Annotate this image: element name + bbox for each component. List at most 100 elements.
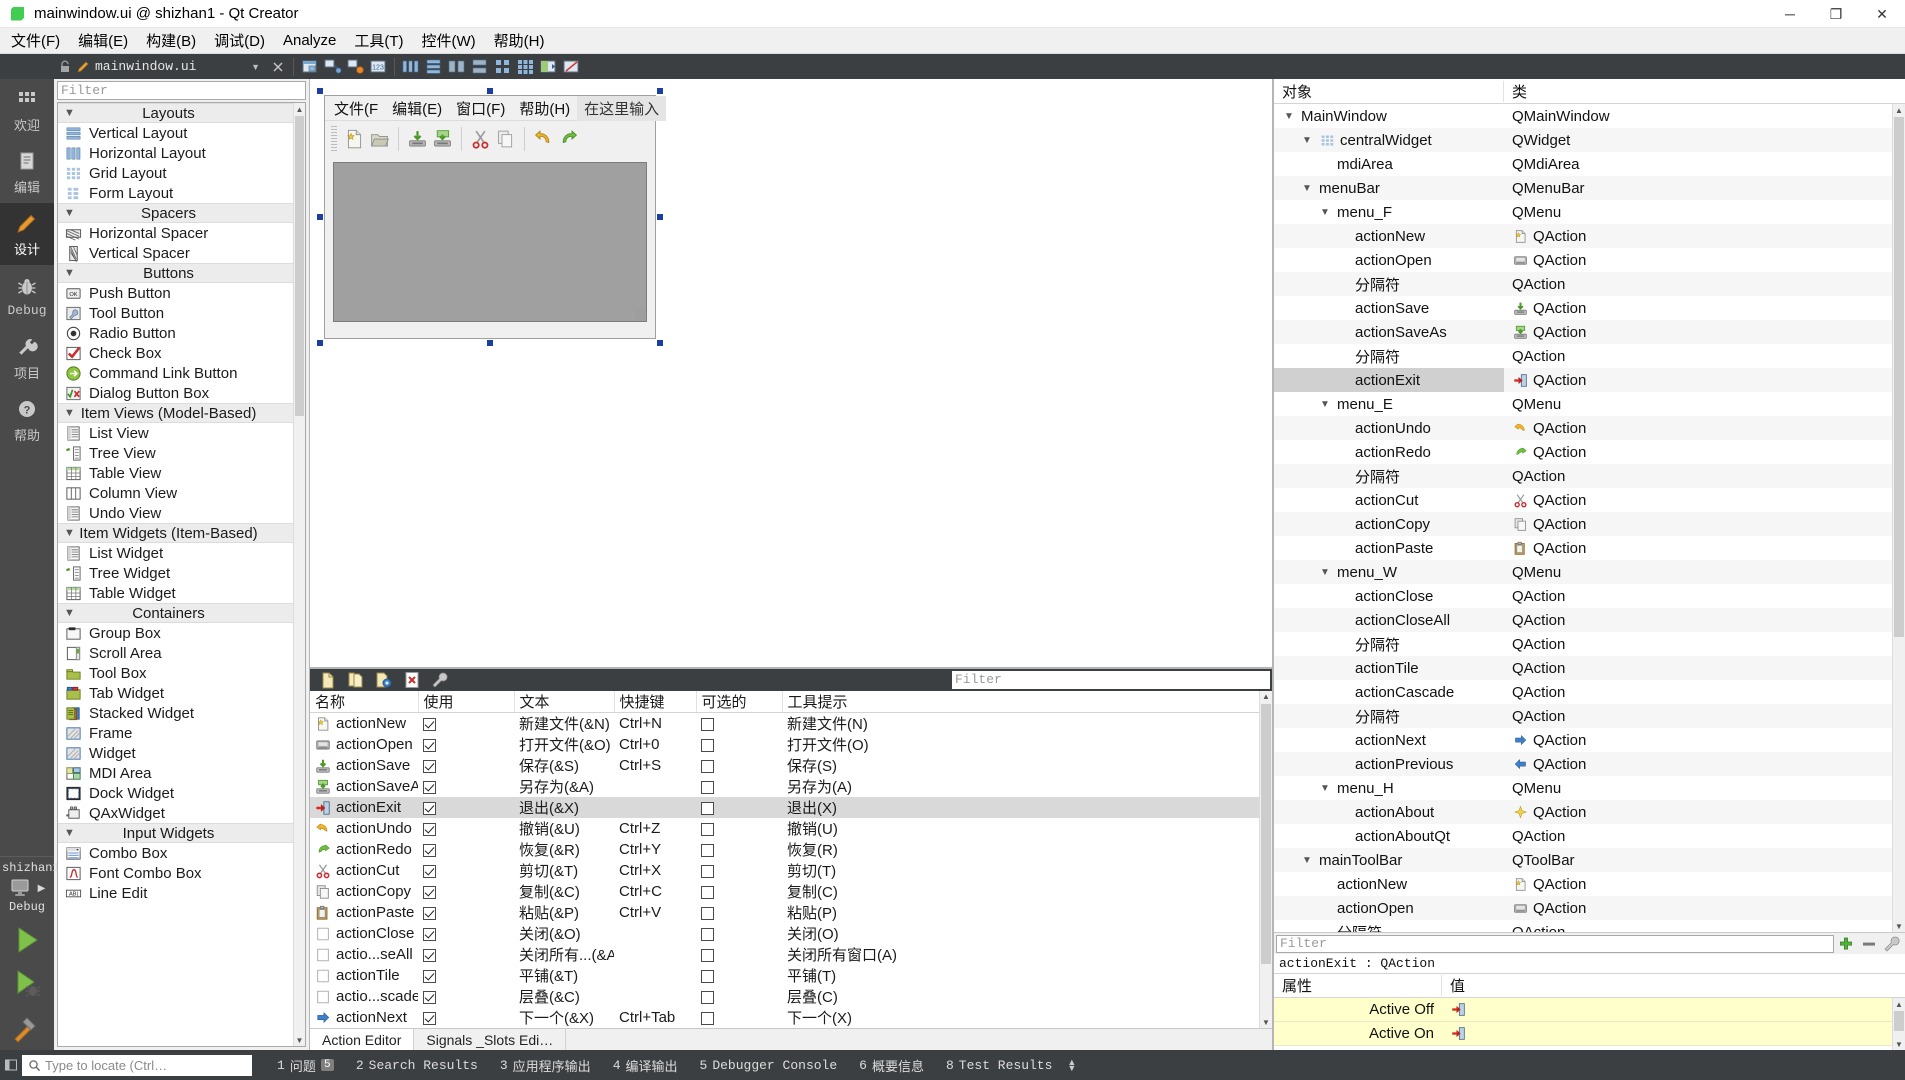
action-tooltip-cell[interactable]: 新建文件(N) [782, 713, 1272, 735]
action-table-row[interactable]: actionNext 下一个(&X) Ctrl+Tab 下一个(X) [310, 1007, 1272, 1028]
object-name-cell[interactable]: 分隔符 [1274, 704, 1504, 728]
action-checkable-cell[interactable] [696, 1007, 782, 1028]
object-name-cell[interactable]: actionUndo [1274, 416, 1504, 440]
property-row[interactable]: Active Off [1274, 998, 1892, 1022]
widget-category-input-widgets[interactable]: ▼ Input Widgets [58, 823, 293, 843]
widget-item-dock-widget[interactable]: Dock Widget [58, 783, 293, 803]
object-tree-row[interactable]: actionNew QAction [1274, 872, 1892, 896]
resize-handle-tr[interactable] [657, 88, 663, 94]
object-tree-row[interactable]: ▼ menu_E QMenu [1274, 392, 1892, 416]
chevron-down-icon[interactable]: ▼ [1318, 567, 1332, 578]
action-used-cell[interactable] [418, 755, 514, 776]
object-tree-row[interactable]: actionSave QAction [1274, 296, 1892, 320]
widget-item-font-combo-box[interactable]: Font Combo Box [58, 863, 293, 883]
widget-category-spacers[interactable]: ▼ Spacers [58, 203, 293, 223]
mode-welcome[interactable]: 欢迎 [0, 79, 54, 141]
menu-edit[interactable]: 编辑(E) [69, 27, 137, 54]
object-name-cell[interactable]: actionOpen [1274, 248, 1504, 272]
checkable-checkbox[interactable] [701, 1011, 714, 1025]
used-checkbox[interactable] [423, 843, 436, 857]
mode-design[interactable]: 设计 [0, 203, 54, 265]
widget-item-tool-box[interactable]: Tool Box [58, 663, 293, 683]
checkable-checkbox[interactable] [701, 780, 714, 794]
action-tooltip-cell[interactable]: 撤销(U) [782, 818, 1272, 839]
output-pane-button[interactable]: 3 应用程序输出 [489, 1056, 602, 1075]
widget-item-qaxwidget[interactable]: QAxWidget [58, 803, 293, 823]
used-checkbox[interactable] [423, 780, 436, 794]
action-column-header[interactable]: 使用 [418, 690, 515, 713]
preview-menu-placeholder[interactable]: 在这里输入 [577, 95, 667, 121]
checkable-checkbox[interactable] [701, 906, 714, 920]
action-checkable-cell[interactable] [696, 902, 782, 923]
action-checkable-cell[interactable] [696, 881, 782, 902]
checkable-checkbox[interactable] [701, 864, 714, 878]
object-name-cell[interactable]: ▼ menu_E [1274, 392, 1504, 416]
tab-signals-slots-editor[interactable]: Signals _Slots Edi… [414, 1028, 567, 1051]
kit-target-row[interactable]: ▶ [9, 877, 45, 899]
action-table-scrollbar[interactable]: ▲ ▼ [1259, 690, 1272, 1028]
current-file-tab[interactable]: mainwindow.ui [95, 59, 196, 74]
action-tooltip-cell[interactable]: 下一个(X) [782, 1007, 1272, 1028]
widget-item-vertical-layout[interactable]: Vertical Layout [58, 123, 293, 143]
action-tooltip-cell[interactable]: 保存(S) [782, 755, 1272, 776]
layout-horizontally-icon[interactable] [400, 56, 421, 77]
preview-menu-edit[interactable]: 编辑(E) [385, 96, 449, 121]
object-name-cell[interactable]: actionNext [1274, 728, 1504, 752]
object-tree-row[interactable]: actionUndo QAction [1274, 416, 1892, 440]
copy-icon[interactable] [495, 128, 516, 149]
action-table-row[interactable]: actionExit 退出(&X) 退出(X) [310, 797, 1272, 818]
action-used-cell[interactable] [418, 818, 514, 839]
kit-selector[interactable]: shizhan1 ▶ Debug [0, 856, 60, 918]
action-checkable-cell[interactable] [696, 965, 782, 986]
object-name-cell[interactable]: actionAbout [1274, 800, 1504, 824]
checkable-checkbox[interactable] [701, 927, 714, 941]
object-tree-row[interactable]: actionOpen QAction [1274, 248, 1892, 272]
action-checkable-cell[interactable] [696, 986, 782, 1007]
output-pane-arrows[interactable]: ▲ ▼ [1067, 1058, 1076, 1073]
configure-icon[interactable] [429, 669, 450, 690]
object-tree-row[interactable]: actionAbout QAction [1274, 800, 1892, 824]
action-table-row[interactable]: actionCopy 复制(&C) Ctrl+C 复制(C) [310, 881, 1272, 902]
action-tooltip-cell[interactable]: 恢复(R) [782, 839, 1272, 860]
resize-handle-tl[interactable] [317, 88, 323, 94]
action-tooltip-cell[interactable]: 复制(C) [782, 881, 1272, 902]
action-text-cell[interactable]: 关闭所有...(&A) [514, 944, 614, 965]
action-tooltip-cell[interactable]: 退出(X) [782, 797, 1272, 818]
widget-item-line-edit[interactable]: AB| Line Edit [58, 883, 293, 903]
preview-size-grip[interactable] [635, 310, 645, 320]
widget-item-column-view[interactable]: Column View [58, 483, 293, 503]
mode-projects[interactable]: 项目 [0, 327, 54, 389]
action-used-cell[interactable] [418, 986, 514, 1007]
action-name-cell[interactable]: actionNext [310, 1007, 418, 1028]
run-button[interactable] [0, 918, 54, 962]
paste-action-icon[interactable] [373, 669, 394, 690]
scroll-down-arrow[interactable]: ▼ [294, 1034, 305, 1046]
object-tree-row[interactable]: mdiArea QMdiArea [1274, 152, 1892, 176]
property-value[interactable] [1442, 1002, 1466, 1018]
new-action-icon[interactable] [317, 669, 338, 690]
widget-item-list-view[interactable]: List View [58, 423, 293, 443]
output-pane-button[interactable]: 5 Debugger Console [689, 1058, 849, 1073]
action-text-cell[interactable]: 新建文件(&N) [514, 713, 614, 735]
checkable-checkbox[interactable] [701, 717, 714, 731]
output-pane-button[interactable]: 1 问题 5 [266, 1056, 345, 1075]
action-table-row[interactable]: actionUndo 撤销(&U) Ctrl+Z 撤销(U) [310, 818, 1272, 839]
chevron-down-icon[interactable]: ▼ [1318, 783, 1332, 794]
widget-item-command-link-button[interactable]: Command Link Button [58, 363, 293, 383]
action-text-cell[interactable]: 保存(&S) [514, 755, 614, 776]
action-used-cell[interactable] [418, 944, 514, 965]
action-used-cell[interactable] [418, 923, 514, 944]
adjust-size-icon[interactable] [538, 56, 559, 77]
action-tooltip-cell[interactable]: 粘贴(P) [782, 902, 1272, 923]
widget-item-form-layout[interactable]: Form Layout [58, 183, 293, 203]
preview-menu-help[interactable]: 帮助(H) [512, 96, 577, 121]
action-checkable-cell[interactable] [696, 776, 782, 797]
object-name-cell[interactable]: actionSave [1274, 296, 1504, 320]
object-tree-row[interactable]: actionNew QAction [1274, 224, 1892, 248]
remove-icon[interactable] [1858, 933, 1879, 954]
form-selection[interactable]: 文件(F 编辑(E) 窗口(F) 帮助(H) 在这里输入 [317, 88, 667, 346]
widget-category-layouts[interactable]: ▼ Layouts [58, 103, 293, 123]
action-text-cell[interactable]: 另存为(&A) [514, 776, 614, 797]
widget-item-list-widget[interactable]: List Widget [58, 543, 293, 563]
used-checkbox[interactable] [423, 969, 436, 983]
